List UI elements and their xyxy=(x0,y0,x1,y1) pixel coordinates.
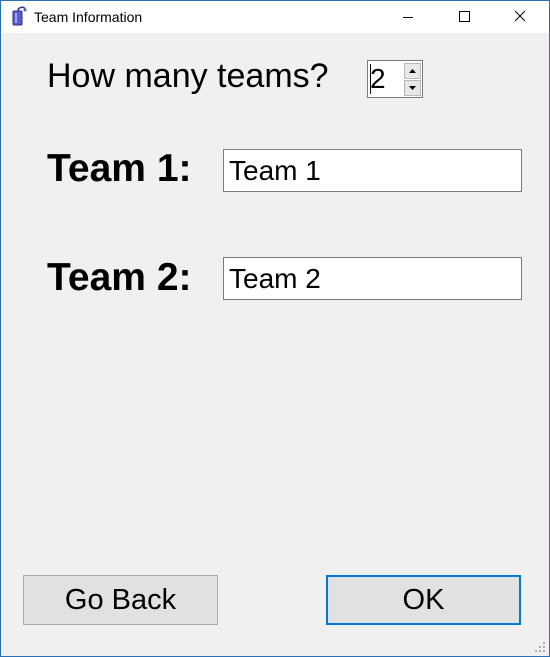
minimize-button[interactable] xyxy=(385,1,431,33)
arrow-up-icon xyxy=(409,69,416,73)
resize-grip-icon[interactable] xyxy=(533,640,547,654)
team-1-name-input[interactable] xyxy=(223,149,522,192)
minimize-icon xyxy=(403,17,413,18)
arrow-down-icon xyxy=(409,86,416,90)
close-icon xyxy=(514,10,526,22)
text-caret xyxy=(370,64,371,94)
team-1-label: Team 1: xyxy=(47,147,192,190)
ok-button[interactable]: OK xyxy=(326,575,521,625)
team-information-window: Team Information How many teams? 2 Team … xyxy=(0,0,550,657)
spinner-up-button[interactable] xyxy=(404,63,421,79)
spinner-down-button[interactable] xyxy=(404,80,421,96)
maximize-button[interactable] xyxy=(441,1,487,33)
app-icon xyxy=(10,6,28,26)
close-button[interactable] xyxy=(497,1,543,33)
maximize-icon xyxy=(459,11,470,22)
team-count-question: How many teams? xyxy=(47,57,329,95)
team-count-value[interactable]: 2 xyxy=(370,62,386,96)
team-2-label: Team 2: xyxy=(47,256,192,299)
team-count-spinner[interactable]: 2 xyxy=(367,60,423,98)
window-title: Team Information xyxy=(34,9,143,25)
team-2-name-input[interactable] xyxy=(223,257,522,300)
go-back-button[interactable]: Go Back xyxy=(23,575,218,625)
title-bar[interactable]: Team Information xyxy=(1,1,549,33)
